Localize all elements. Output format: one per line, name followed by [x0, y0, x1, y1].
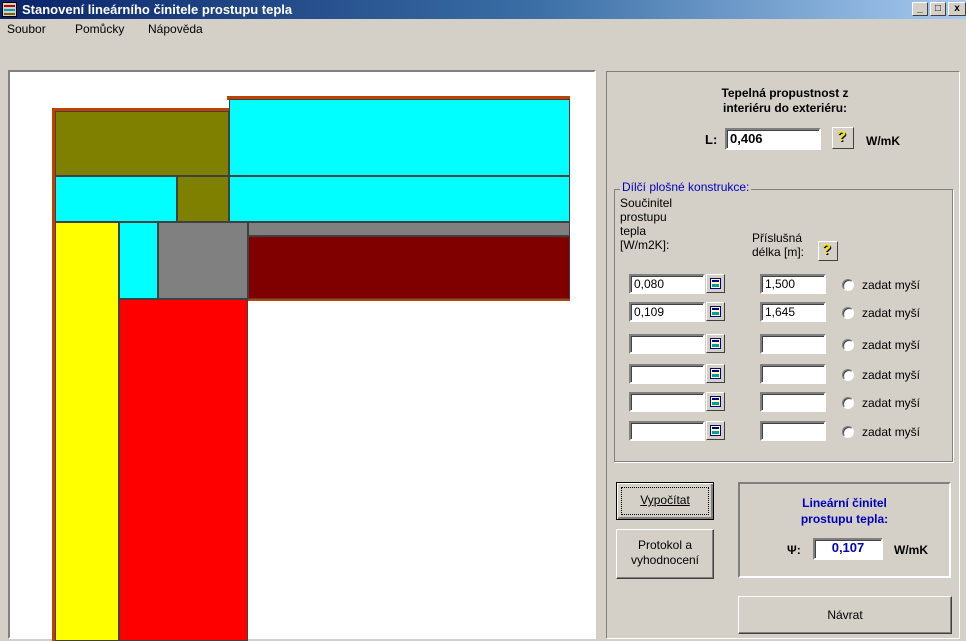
calculator-icon[interactable]	[706, 274, 725, 293]
calculator-icon[interactable]	[706, 392, 725, 411]
radio-label-1[interactable]: zadat myší	[862, 278, 920, 292]
psi-label: Ψ:	[787, 543, 801, 557]
maximize-button[interactable]: □	[930, 2, 946, 16]
calculator-icon[interactable]	[706, 302, 725, 321]
l-unit: W/mK	[866, 134, 900, 148]
psi-unit: W/mK	[894, 543, 928, 557]
u-header-line2: prostupu	[620, 210, 667, 224]
u-field-5[interactable]	[629, 392, 705, 412]
u-field-4[interactable]	[629, 364, 705, 384]
app-icon[interactable]	[2, 2, 17, 17]
back-label: Návrat	[827, 608, 863, 622]
window-title: Stanovení lineárního činitele prostupu t…	[22, 2, 293, 17]
back-button[interactable]: Návrat	[738, 596, 952, 634]
result-title-line1: Lineární činitel	[802, 496, 887, 510]
calculator-icon[interactable]	[706, 421, 725, 440]
length-field-5[interactable]	[760, 392, 826, 412]
help-l-button[interactable]: ??	[832, 127, 854, 149]
yellow-layer	[55, 222, 119, 641]
u-field-6[interactable]	[629, 421, 705, 441]
u-field-2[interactable]: 0,109	[629, 302, 705, 322]
help-icon-highlight: ?	[837, 128, 847, 145]
thermal-title-line1: Tepelná propustnost z	[721, 86, 849, 100]
cyan-insulation-top	[229, 99, 570, 176]
u-header-line3: tepla	[620, 224, 647, 238]
radio-label-2[interactable]: zadat myší	[862, 306, 920, 320]
psi-value-field[interactable]: 0,107	[813, 538, 883, 560]
radio-mouse-1[interactable]	[842, 279, 854, 291]
group-legend: Dílčí plošné konstrukce:	[620, 180, 752, 194]
radio-mouse-5[interactable]	[842, 397, 854, 409]
menu-soubor[interactable]: Soubor	[7, 22, 46, 36]
menu-napoveda[interactable]: Nápověda	[148, 22, 203, 36]
length-field-4[interactable]	[760, 364, 826, 384]
olive-concrete-column	[177, 176, 229, 222]
calculate-label: Vypočítat	[640, 493, 690, 507]
cyan-insulation-right	[229, 176, 570, 222]
calculator-icon[interactable]	[706, 334, 725, 353]
length-field-6[interactable]	[760, 421, 826, 441]
title-bar: Stanovení lineárního činitele prostupu t…	[0, 0, 966, 19]
radio-label-6[interactable]: zadat myší	[862, 425, 920, 439]
help-icon-highlight: ?	[822, 241, 832, 258]
radio-mouse-6[interactable]	[842, 426, 854, 438]
u-header-line4: [W/m2K]:	[620, 238, 670, 252]
radio-label-4[interactable]: zadat myší	[862, 368, 920, 382]
menu-bar: Soubor Pomůcky Nápověda	[0, 19, 966, 39]
length-field-2[interactable]: 1,645	[760, 302, 826, 322]
length-header-line2: délka [m]:	[752, 245, 805, 259]
olive-concrete-top	[55, 111, 229, 176]
cyan-insulation-left	[55, 176, 177, 222]
help-length-button[interactable]: ??	[818, 241, 838, 261]
l-label: L:	[705, 132, 718, 147]
u-header-line1: Součinitel	[620, 196, 673, 210]
l-value-field[interactable]: 0,406	[725, 128, 821, 150]
protocol-label-line1: Protokol a	[637, 538, 693, 552]
red-masonry	[119, 299, 248, 641]
radio-mouse-2[interactable]	[842, 307, 854, 319]
radio-label-5[interactable]: zadat myší	[862, 396, 920, 410]
gray-block	[158, 222, 248, 299]
radio-mouse-3[interactable]	[842, 339, 854, 351]
radio-label-3[interactable]: zadat myší	[862, 338, 920, 352]
dark-red-slab	[248, 236, 570, 299]
u-field-3[interactable]	[629, 334, 705, 354]
minimize-button[interactable]: _	[912, 2, 928, 16]
drawing-canvas[interactable]	[8, 70, 596, 641]
length-header-line1: Příslušná	[752, 231, 803, 245]
gray-strip	[248, 222, 570, 236]
radio-mouse-4[interactable]	[842, 369, 854, 381]
calculate-button[interactable]: Vypočítat	[616, 482, 714, 520]
result-title-line2: prostupu tepla:	[800, 512, 889, 526]
calculator-icon[interactable]	[706, 364, 725, 383]
menu-pomucky[interactable]: Pomůcky	[75, 22, 124, 36]
protocol-label-line2: vyhodnocení	[630, 553, 700, 567]
thermal-title-line2: interiéru do exteriéru:	[722, 101, 848, 115]
length-field-3[interactable]	[760, 334, 826, 354]
close-button[interactable]: x	[948, 2, 966, 16]
protocol-button[interactable]: Protokol a vyhodnocení	[616, 529, 714, 579]
length-field-1[interactable]: 1,500	[760, 274, 826, 294]
u-field-1[interactable]: 0,080	[629, 274, 705, 294]
cyan-insulation-small	[119, 222, 158, 299]
